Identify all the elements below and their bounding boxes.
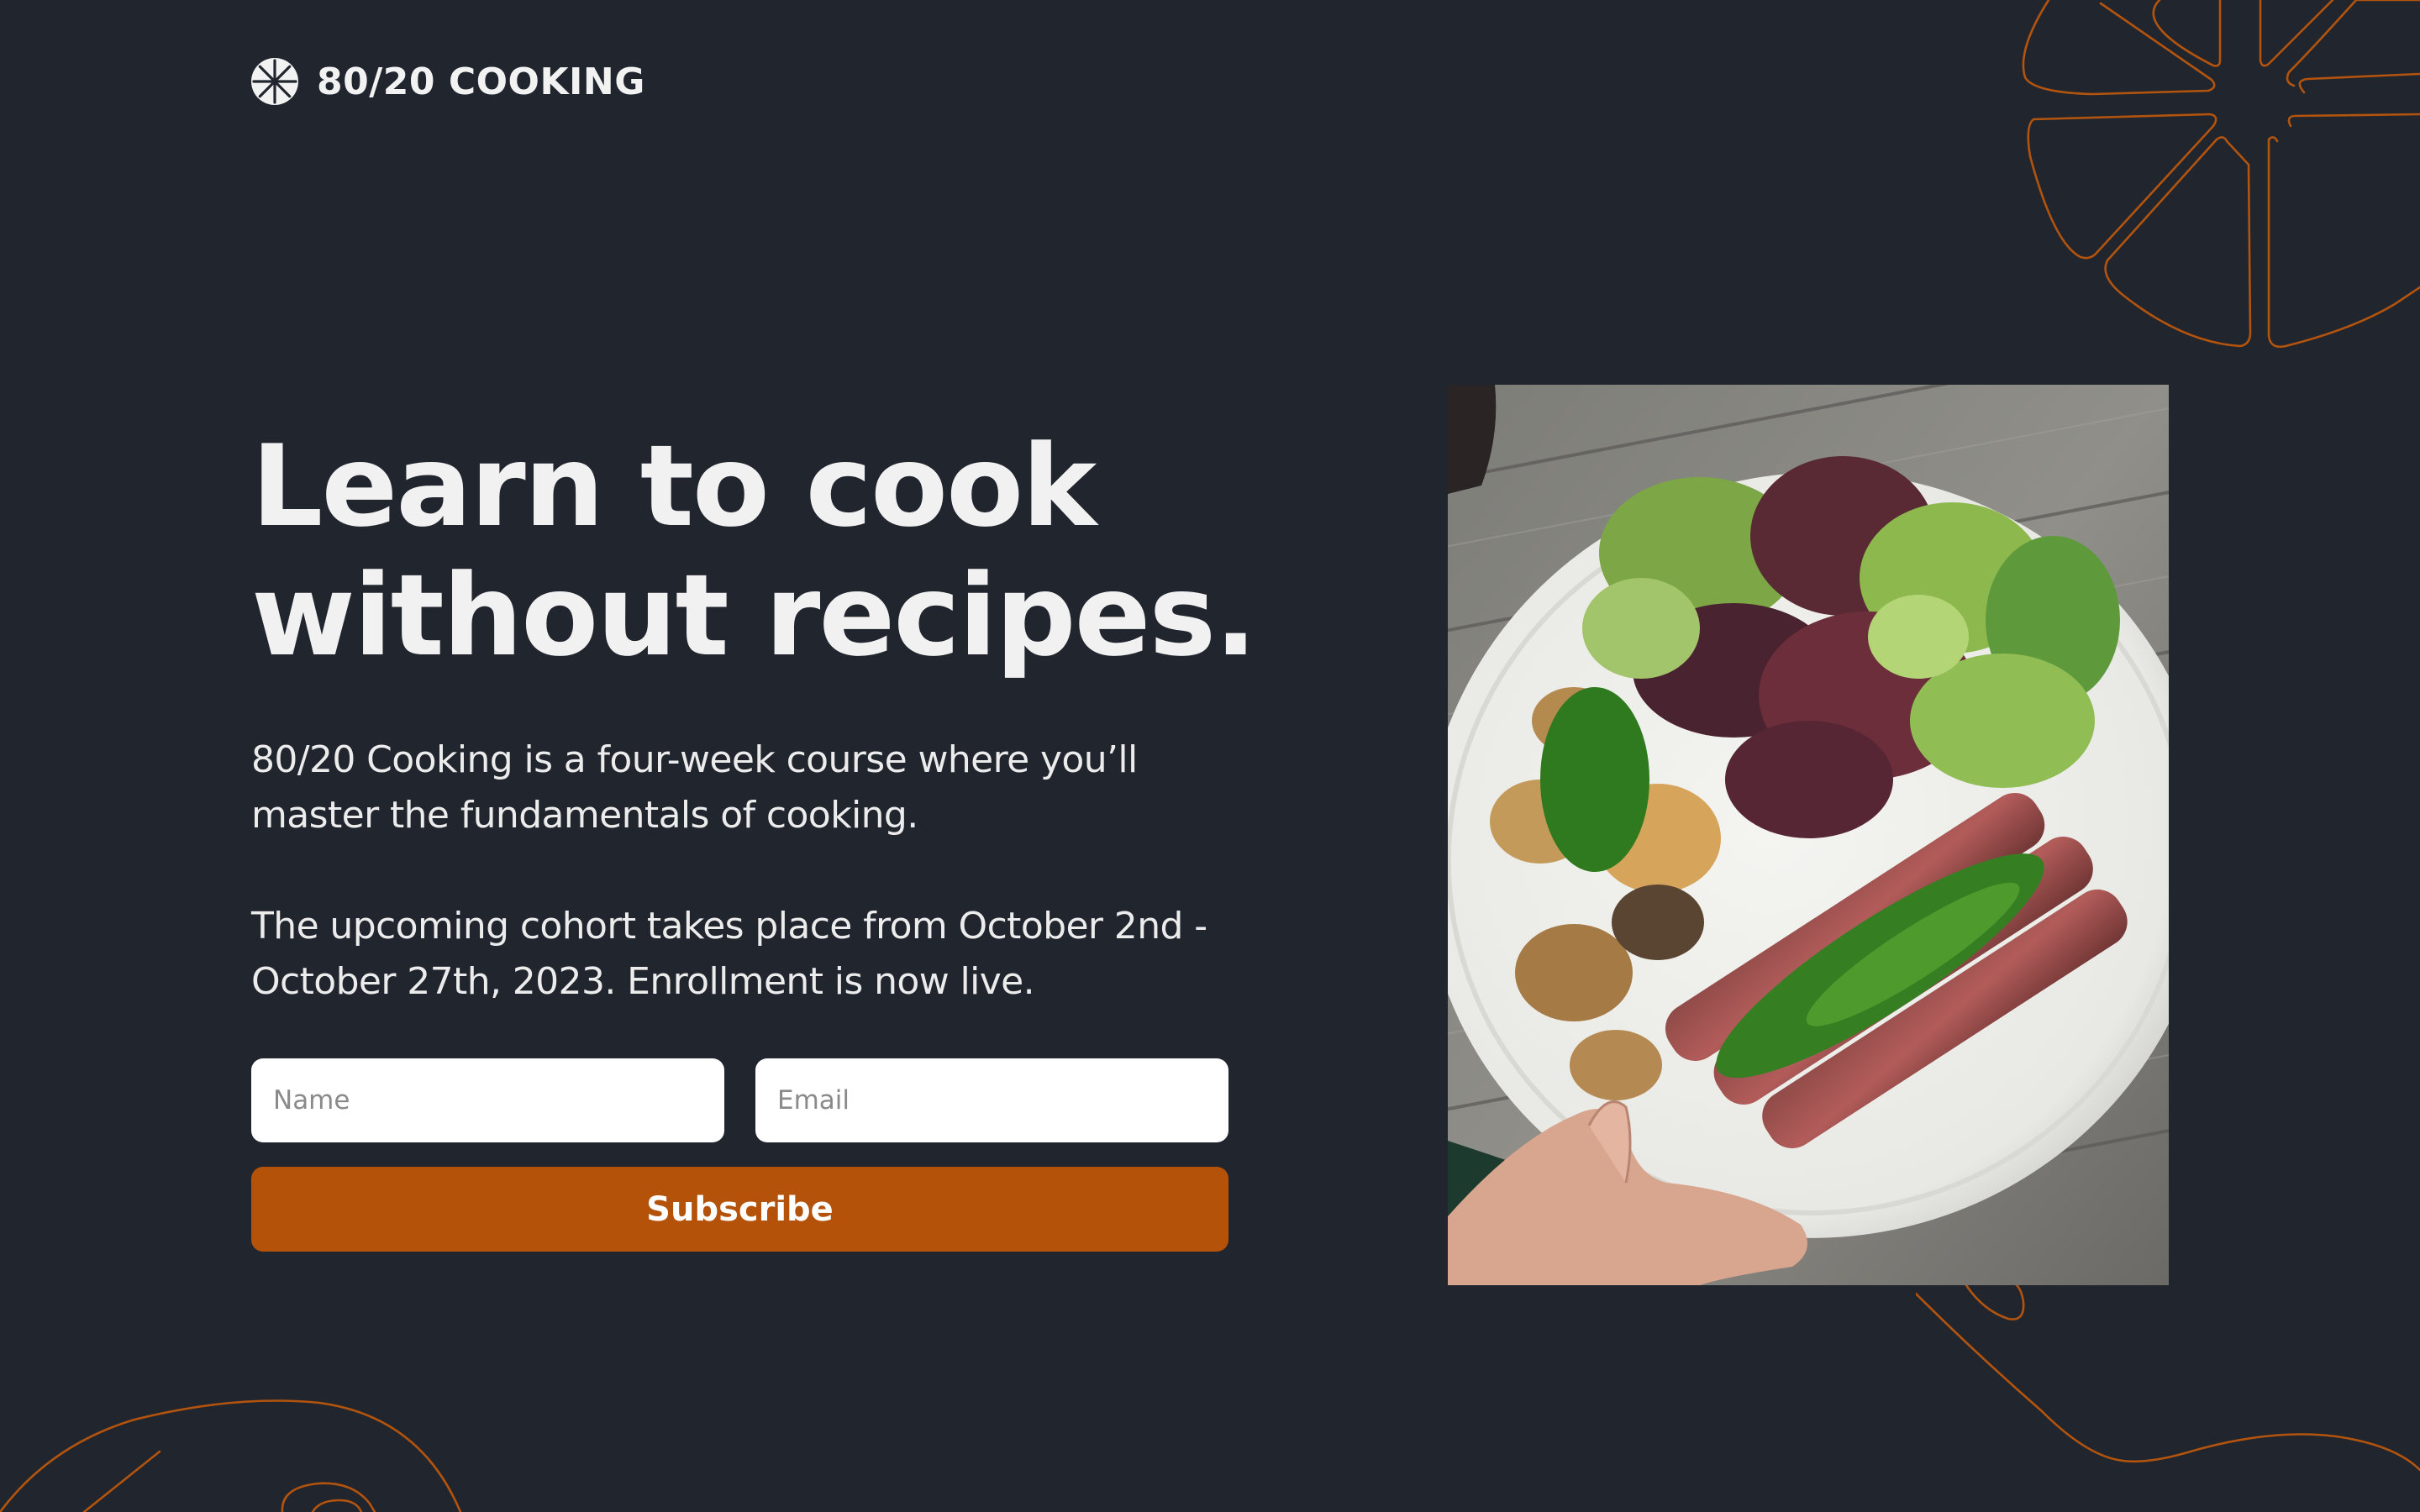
hero-food-photo bbox=[1448, 385, 2169, 1285]
cohort-announcement-line-2: October 27th, 2023. Enrollment is now li… bbox=[251, 960, 1035, 1003]
bowl-line-art-decoration bbox=[0, 1399, 462, 1512]
hero-title: Learn to cook without recipes. bbox=[251, 422, 1344, 680]
brand-name: 80/20 COOKING bbox=[317, 60, 645, 103]
hero-title-line-1: Learn to cook bbox=[251, 421, 1097, 552]
name-input[interactable] bbox=[251, 1058, 724, 1142]
course-description: 80/20 Cooking is a four-week course wher… bbox=[251, 732, 1243, 843]
course-description-line-1: 80/20 Cooking is a four-week course wher… bbox=[251, 738, 1138, 781]
kitchen-line-art-decoration bbox=[1916, 1285, 2420, 1472]
cohort-announcement: The upcoming cohort takes place from Oct… bbox=[251, 899, 1243, 1010]
subscribe-button[interactable]: Subscribe bbox=[251, 1167, 1228, 1252]
course-description-line-2: master the fundamentals of cooking. bbox=[251, 794, 918, 837]
citrus-slice-icon bbox=[251, 58, 298, 105]
citrus-line-art-decoration bbox=[2022, 0, 2420, 349]
cohort-announcement-line-1: The upcoming cohort takes place from Oct… bbox=[251, 905, 1207, 948]
email-input[interactable] bbox=[755, 1058, 1228, 1142]
brand-logo[interactable]: 80/20 COOKING bbox=[251, 58, 645, 105]
hero-title-line-2: without recipes. bbox=[251, 550, 1257, 681]
landing-page: 80/20 COOKING Learn to cook without reci… bbox=[0, 0, 2420, 1512]
